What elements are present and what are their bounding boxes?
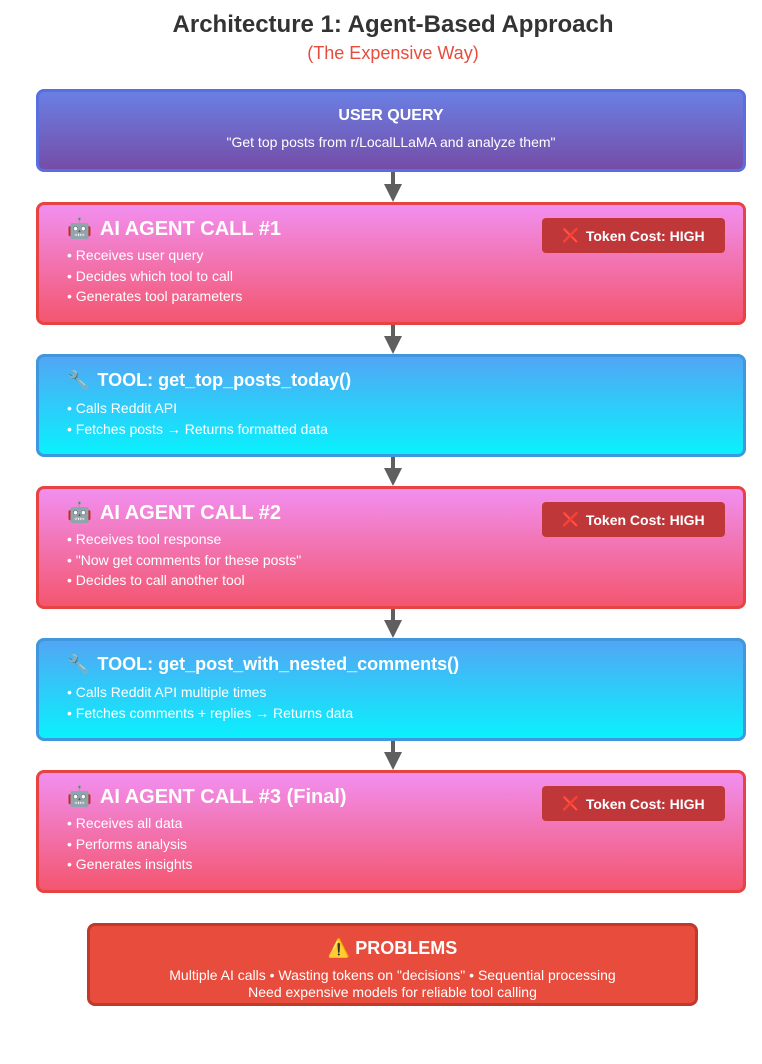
list-item: "Now get comments for these posts" — [67, 550, 301, 571]
agent-call-2-label: AI AGENT CALL #2 — [99, 502, 282, 524]
token-cost-label: Token Cost: HIGH — [585, 227, 705, 244]
user-query-box: USER QUERY "Get top posts from r/LocalLL… — [36, 89, 746, 172]
token-cost-badge: ❌ Token Cost: HIGH — [542, 786, 725, 821]
page-subtitle: (The Expensive Way) — [307, 43, 479, 63]
list-item: Decides to call another tool — [67, 570, 301, 591]
problems-title: ⚠️ PROBLEMS — [90, 938, 695, 959]
robot-icon: 🤖 — [67, 502, 92, 524]
list-item: Performs analysis — [67, 834, 193, 855]
tool-1-title: 🔧 TOOL: get_top_posts_today() — [67, 370, 351, 391]
list-item: Calls Reddit API multiple times — [67, 682, 353, 703]
list-item: Fetches posts → Returns formatted data — [67, 419, 328, 440]
cross-icon: ❌ — [562, 795, 580, 811]
flow-arrow — [384, 172, 402, 202]
problems-label: PROBLEMS — [355, 938, 458, 958]
cross-icon: ❌ — [562, 511, 580, 527]
user-query-title: USER QUERY — [338, 107, 444, 124]
agent-call-1-bullets: Receives user query Decides which tool t… — [67, 245, 243, 307]
list-item: Calls Reddit API — [67, 398, 328, 419]
flow-arrow — [384, 456, 402, 486]
tool-1-bullets: Calls Reddit API Fetches posts → Returns… — [67, 398, 328, 439]
list-item: Receives all data — [67, 813, 193, 834]
user-query-text: "Get top posts from r/LocalLLaMA and ana… — [226, 134, 556, 150]
list-item: Generates insights — [67, 854, 193, 875]
cross-icon: ❌ — [562, 227, 580, 243]
problems-line-2: Need expensive models for reliable tool … — [248, 984, 537, 1000]
token-cost-badge: ❌ Token Cost: HIGH — [542, 502, 725, 537]
wrench-icon: 🔧 — [67, 654, 90, 674]
agent-call-1-box: 🤖 AI AGENT CALL #1 ❌ Token Cost: HIGH Rece… — [36, 202, 746, 325]
token-cost-badge: ❌ Token Cost: HIGH — [542, 218, 725, 253]
problems-line-1: Multiple AI calls • Wasting tokens on "d… — [169, 967, 616, 983]
tool-1-label: TOOL: get_top_posts_today() — [97, 370, 352, 390]
token-cost-label: Token Cost: HIGH — [585, 795, 705, 812]
agent-call-2-title: 🤖 AI AGENT CALL #2 — [67, 500, 281, 525]
agent-call-1-title: 🤖 AI AGENT CALL #1 — [67, 216, 281, 241]
tool-2-box: 🔧 TOOL: get_post_with_nested_comments() C… — [36, 638, 746, 741]
list-item: Receives user query — [67, 245, 242, 266]
agent-call-3-bullets: Receives all data Performs analysis Gene… — [67, 813, 193, 875]
tool-1-box: 🔧 TOOL: get_top_posts_today() Calls Reddi… — [36, 354, 746, 457]
robot-icon: 🤖 — [67, 786, 92, 808]
flow-arrow — [384, 740, 402, 770]
agent-call-1-label: AI AGENT CALL #1 — [99, 218, 282, 240]
wrench-icon: 🔧 — [67, 370, 90, 390]
agent-call-3-label: AI AGENT CALL #3 (Final) — [99, 786, 347, 808]
flow-arrow — [384, 324, 402, 354]
token-cost-label: Token Cost: HIGH — [585, 511, 705, 528]
tool-2-label: TOOL: get_post_with_nested_comments() — [97, 654, 460, 674]
problems-box: ⚠️ PROBLEMS Multiple AI calls • Wasting … — [87, 923, 698, 1006]
agent-call-2-box: 🤖 AI AGENT CALL #2 ❌ Token Cost: HIGH Rece… — [36, 486, 746, 609]
flow-arrow — [384, 608, 402, 638]
agent-call-2-bullets: Receives tool response "Now get comments… — [67, 529, 301, 591]
tool-2-bullets: Calls Reddit API multiple times Fetches … — [67, 682, 353, 723]
robot-icon: 🤖 — [67, 218, 92, 240]
list-item: Generates tool parameters — [67, 286, 243, 307]
page-title: Architecture 1: Agent-Based Approach — [172, 11, 614, 38]
agent-call-3-box: 🤖 AI AGENT CALL #3 (Final) ❌ Token Cost: H… — [36, 770, 746, 893]
tool-2-title: 🔧 TOOL: get_post_with_nested_comments() — [67, 654, 459, 675]
warning-icon: ⚠️ — [327, 938, 351, 958]
list-item: Fetches comments + replies → Returns dat… — [67, 703, 353, 724]
agent-call-3-title: 🤖 AI AGENT CALL #3 (Final) — [67, 784, 347, 809]
list-item: Decides which tool to call — [67, 266, 242, 287]
list-item: Receives tool response — [67, 529, 301, 550]
